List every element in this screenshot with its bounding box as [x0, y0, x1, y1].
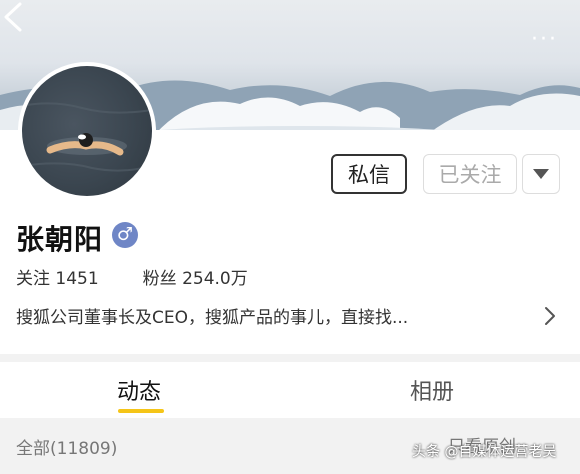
chevron-right-icon[interactable]: [543, 306, 557, 326]
followed-button[interactable]: 已关注: [423, 154, 517, 194]
stats-row: 关注 1451 粉丝 254.0万: [16, 264, 248, 289]
active-tab-indicator: [118, 409, 164, 413]
tab-album[interactable]: 相册: [410, 374, 454, 406]
tab-bar: 动态 相册: [0, 362, 580, 418]
more-dots-icon[interactable]: ···: [531, 29, 558, 51]
tab-feed[interactable]: 动态: [117, 374, 161, 406]
fans-count[interactable]: 粉丝 254.0万: [143, 269, 248, 289]
dropdown-button[interactable]: [522, 154, 560, 194]
male-icon: ♂: [112, 222, 138, 248]
avatar[interactable]: [18, 62, 156, 200]
message-button[interactable]: 私信: [331, 154, 407, 194]
bio-text[interactable]: 搜狐公司董事长及CEO，搜狐产品的事儿，直接找...: [16, 303, 408, 328]
all-posts-filter[interactable]: 全部(11809): [16, 434, 117, 459]
profile-name: 张朝阳: [16, 223, 104, 256]
back-chevron-icon[interactable]: [0, 0, 26, 34]
watermark: 头条 @自媒体运营老吴: [412, 444, 557, 460]
following-count[interactable]: 关注 1451: [16, 269, 99, 289]
triangle-down-icon: [533, 169, 549, 179]
swimmer-photo: [22, 102, 152, 172]
